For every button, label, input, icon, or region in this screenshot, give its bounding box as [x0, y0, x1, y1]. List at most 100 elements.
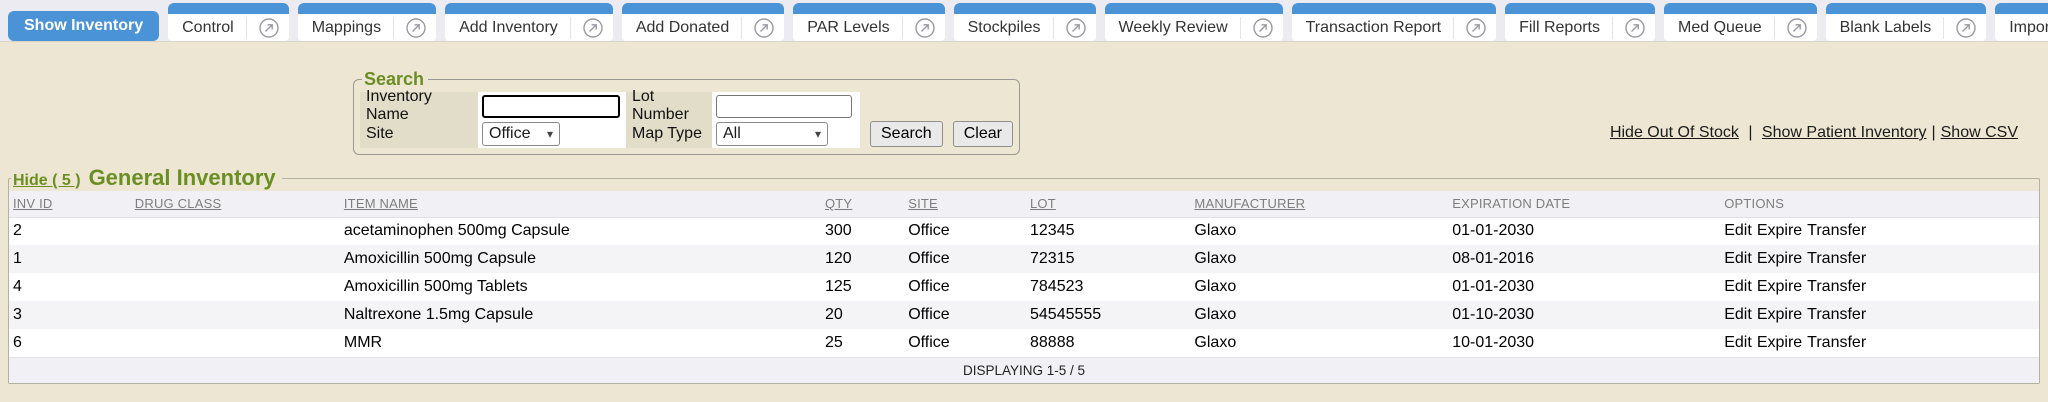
tab-accent-bar	[445, 3, 613, 14]
map-type-cell: All ▾	[712, 120, 860, 148]
tab-label: Add Inventory	[459, 19, 570, 37]
site-label: Site	[360, 120, 478, 148]
tab-divider	[1240, 17, 1241, 39]
column-header-drug-class[interactable]: DRUG CLASS	[131, 191, 340, 217]
column-header-manufacturer[interactable]: MANUFACTURER	[1190, 191, 1448, 217]
column-header-qty[interactable]: QTY	[821, 191, 904, 217]
tab-weekly-review[interactable]: Weekly Review	[1105, 3, 1283, 41]
open-in-new-window-icon[interactable]	[1060, 17, 1092, 39]
cell-drug-class	[131, 245, 340, 273]
cell-lot: 784523	[1026, 273, 1190, 301]
tab-accent-bar	[954, 3, 1096, 14]
column-header-lot[interactable]: LOT	[1026, 191, 1190, 217]
expire-action[interactable]: Expire	[1757, 222, 1802, 239]
inventory-table: INV IDDRUG CLASSITEM NAMEQTYSITELOTMANUF…	[9, 191, 2039, 383]
open-in-new-window-icon[interactable]	[1247, 17, 1279, 39]
cell-drug-class	[131, 217, 340, 245]
cell-manufacturer: Glaxo	[1190, 301, 1448, 329]
tab-label: Weekly Review	[1119, 19, 1240, 37]
table-row: 1Amoxicillin 500mg Capsule120Office72315…	[9, 245, 2039, 273]
open-in-new-window-icon[interactable]	[1619, 17, 1651, 39]
map-type-select[interactable]: All ▾	[716, 122, 828, 146]
expire-action[interactable]: Expire	[1757, 306, 1802, 323]
tab-body: Control	[168, 14, 289, 41]
edit-action[interactable]: Edit	[1724, 334, 1752, 351]
transfer-action[interactable]: Transfer	[1807, 306, 1866, 323]
tab-add-inventory[interactable]: Add Inventory	[445, 3, 613, 41]
expire-action[interactable]: Expire	[1757, 334, 1802, 351]
cell-item-name: Amoxicillin 500mg Capsule	[340, 245, 821, 273]
search-panel-legend: Search	[362, 69, 428, 90]
map-type-label: Map Type	[626, 120, 712, 148]
show-patient-inventory-link[interactable]: Show Patient Inventory	[1762, 124, 1927, 141]
general-inventory-title: General Inventory	[89, 165, 276, 191]
tab-transaction-report[interactable]: Transaction Report	[1292, 3, 1496, 41]
tab-accent-bar	[1826, 3, 1987, 14]
column-header-site[interactable]: SITE	[904, 191, 1026, 217]
open-in-new-window-icon[interactable]	[748, 17, 780, 39]
tab-show-inventory[interactable]: Show Inventory	[8, 11, 159, 41]
tab-blank-labels[interactable]: Blank Labels	[1826, 3, 1987, 41]
tab-import[interactable]: Import	[1995, 3, 2048, 41]
tab-divider	[1943, 17, 1944, 39]
inventory-name-input[interactable]	[482, 95, 620, 118]
column-header-item-name[interactable]: ITEM NAME	[340, 191, 821, 217]
edit-action[interactable]: Edit	[1724, 222, 1752, 239]
table-row: 4Amoxicillin 500mg Tablets125Office78452…	[9, 273, 2039, 301]
show-csv-link[interactable]: Show CSV	[1941, 124, 2018, 141]
transfer-action[interactable]: Transfer	[1807, 222, 1866, 239]
open-in-new-window-icon[interactable]	[1460, 17, 1492, 39]
cell-expiration-date: 01-01-2030	[1448, 217, 1720, 245]
tab-fill-reports[interactable]: Fill Reports	[1505, 3, 1655, 41]
tab-par-levels[interactable]: PAR Levels	[793, 3, 944, 41]
edit-action[interactable]: Edit	[1724, 306, 1752, 323]
cell-expiration-date: 10-01-2030	[1448, 329, 1720, 357]
tab-label: Mappings	[312, 19, 393, 37]
cell-options: Edit Expire Transfer	[1720, 329, 2039, 357]
tab-label: PAR Levels	[807, 19, 901, 37]
transfer-action[interactable]: Transfer	[1807, 334, 1866, 351]
tab-label: Show Inventory	[8, 17, 159, 35]
open-in-new-window-icon[interactable]	[909, 17, 941, 39]
cell-lot: 54545555	[1026, 301, 1190, 329]
search-button[interactable]: Search	[870, 121, 943, 147]
tab-body: Blank Labels	[1826, 14, 1987, 41]
tab-divider	[741, 17, 742, 39]
tab-mappings[interactable]: Mappings	[298, 3, 436, 41]
open-in-new-window-icon[interactable]	[1781, 17, 1813, 39]
open-in-new-window-icon[interactable]	[253, 17, 285, 39]
edit-action[interactable]: Edit	[1724, 250, 1752, 267]
site-cell: Office ▾	[478, 120, 626, 148]
expire-action[interactable]: Expire	[1757, 278, 1802, 295]
edit-action[interactable]: Edit	[1724, 278, 1752, 295]
cell-manufacturer: Glaxo	[1190, 245, 1448, 273]
tab-label: Stockpiles	[968, 19, 1053, 37]
tab-divider	[246, 17, 247, 39]
open-in-new-window-icon[interactable]	[577, 17, 609, 39]
view-links: Hide Out Of Stock | Show Patient Invento…	[1610, 124, 2018, 142]
tab-control[interactable]: Control	[168, 3, 289, 41]
cell-options: Edit Expire Transfer	[1720, 301, 2039, 329]
hide-out-of-stock-link[interactable]: Hide Out Of Stock	[1610, 124, 1739, 141]
cell-lot: 12345	[1026, 217, 1190, 245]
lot-number-input[interactable]	[716, 95, 852, 118]
tab-divider	[393, 17, 394, 39]
tab-stockpiles[interactable]: Stockpiles	[954, 3, 1096, 41]
site-select[interactable]: Office ▾	[482, 122, 560, 146]
tab-divider	[1453, 17, 1454, 39]
hide-count-link[interactable]: Hide ( 5 )	[13, 172, 81, 190]
cell-qty: 25	[821, 329, 904, 357]
expire-action[interactable]: Expire	[1757, 250, 1802, 267]
tab-med-queue[interactable]: Med Queue	[1664, 3, 1817, 41]
cell-qty: 125	[821, 273, 904, 301]
transfer-action[interactable]: Transfer	[1807, 278, 1866, 295]
cell-inv-id: 6	[9, 329, 131, 357]
clear-button[interactable]: Clear	[953, 121, 1013, 147]
open-in-new-window-icon[interactable]	[400, 17, 432, 39]
tab-add-donated[interactable]: Add Donated	[622, 3, 784, 41]
search-row1-spacer	[860, 92, 1013, 120]
open-in-new-window-icon[interactable]	[1950, 17, 1982, 39]
column-header-inv-id[interactable]: INV ID	[9, 191, 131, 217]
transfer-action[interactable]: Transfer	[1807, 250, 1866, 267]
tab-label: Blank Labels	[1840, 19, 1944, 37]
